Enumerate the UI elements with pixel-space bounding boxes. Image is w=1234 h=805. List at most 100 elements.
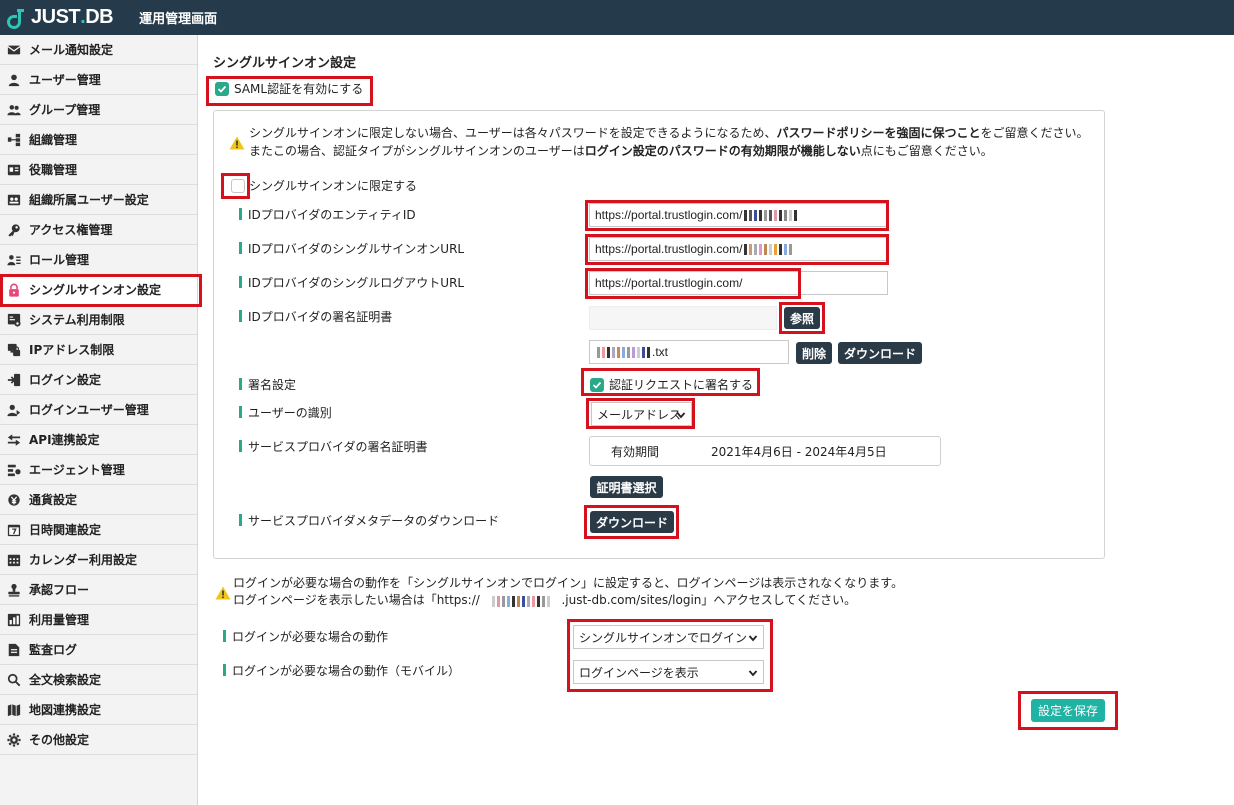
sidebar-item[interactable]: 全文検索設定 <box>0 665 197 695</box>
limit-sso-label: シングルサインオンに限定する <box>249 179 418 193</box>
idp-cert-file-input[interactable] <box>589 306 777 330</box>
sp-cert-box: 有効期間 2021年4月6日 - 2024年4月5日 <box>589 436 941 466</box>
search-icon <box>6 672 22 688</box>
sso-url-label: IDプロバイダのシングルサインオンURL <box>239 240 464 257</box>
saml-checkbox-row[interactable]: SAML認証を有効にする <box>215 80 363 97</box>
user-id-label: ユーザーの識別 <box>239 404 332 421</box>
sign-request-checkbox[interactable] <box>590 377 604 392</box>
browse-button[interactable]: 参照 <box>784 307 820 329</box>
login-action-select[interactable]: シングルサインオンでログイン <box>573 625 764 649</box>
warning-icon <box>215 586 231 600</box>
login-action-mobile-label: ログインが必要な場合の動作（モバイル） <box>223 662 460 679</box>
logo[interactable]: JUST. DB <box>4 6 114 30</box>
sidebar-item[interactable]: 組織所属ユーザー設定 <box>0 185 197 215</box>
sidebar-item-label: ロール管理 <box>29 253 90 267</box>
notice-text: シングルサインオンに限定しない場合、ユーザーは各々パスワードを設定できるようにな… <box>249 126 777 140</box>
key-icon <box>6 222 22 238</box>
sidebar-item[interactable]: ロール管理 <box>0 245 197 275</box>
notice-bold: パスワードポリシーを強固に保つこと <box>776 126 981 140</box>
user-id-select[interactable]: メールアドレス <box>591 402 692 426</box>
users-card-icon <box>6 192 22 208</box>
page-title: シングルサインオン設定 <box>213 56 357 71</box>
sidebar-item[interactable]: カレンダー利用設定 <box>0 545 197 575</box>
sidebar-item[interactable]: 利用量管理 <box>0 605 197 635</box>
sidebar-item[interactable]: エージェント管理 <box>0 455 197 485</box>
sidebar-item-label: シングルサインオン設定 <box>29 283 162 297</box>
entity-id-label: IDプロバイダのエンティティID <box>239 206 416 223</box>
limit-sso-row[interactable]: シングルサインオンに限定する <box>231 177 417 194</box>
sidebar-item-label: ログインユーザー管理 <box>29 403 149 417</box>
cert-file-suffix: .txt <box>652 345 669 359</box>
stamp-icon <box>6 582 22 598</box>
calendar-icon <box>6 552 22 568</box>
entity-id-input[interactable]: https://portal.trustlogin.com/ <box>589 203 887 227</box>
sidebar-item-label: カレンダー利用設定 <box>29 553 138 567</box>
sidebar-item[interactable]: アクセス権管理 <box>0 215 197 245</box>
sidebar-item-label: 組織所属ユーザー設定 <box>29 193 149 207</box>
agent-icon <box>6 462 22 478</box>
delete-button[interactable]: 削除 <box>796 342 832 364</box>
sidebar-item[interactable]: IPアドレス制限 <box>0 335 197 365</box>
sso-url-value: https://portal.trustlogin.com/ <box>595 242 743 256</box>
sidebar-item-label: 役職管理 <box>29 163 78 177</box>
sidebar-item-label: メール通知設定 <box>29 43 114 57</box>
check-icon <box>217 85 227 93</box>
sidebar-item[interactable]: グループ管理 <box>0 95 197 125</box>
redacted-mask <box>744 209 799 221</box>
gear-icon <box>6 732 22 748</box>
login-action-label: ログインが必要な場合の動作 <box>223 628 388 645</box>
sidebar-item-label: 監査ログ <box>29 643 78 657</box>
sidebar-item[interactable]: 組織管理 <box>0 125 197 155</box>
id-card-icon <box>6 162 22 178</box>
sidebar-item-label: アクセス権管理 <box>29 223 113 237</box>
saml-checkbox[interactable] <box>215 81 229 96</box>
sidebar-item[interactable]: 承認フロー <box>0 575 197 605</box>
notice-text: ログインページを表示したい場合は「https:// <box>233 593 480 607</box>
select-cert-button[interactable]: 証明書選択 <box>590 476 663 498</box>
sign-request-row[interactable]: 認証リクエストに署名する <box>590 376 753 393</box>
sidebar-item[interactable]: ユーザー管理 <box>0 65 197 95</box>
top-bar: JUST. DB 運用管理画面 <box>0 0 1234 35</box>
calendar-7-icon <box>6 522 22 538</box>
sidebar-item[interactable]: 通貨設定 <box>0 485 197 515</box>
sidebar-item-label: API連携設定 <box>29 433 100 447</box>
slo-url-input[interactable]: https://portal.trustlogin.com/ <box>589 271 888 295</box>
lock-icon <box>6 282 22 298</box>
sign-setting-label: 署名設定 <box>239 376 296 393</box>
main-content: シングルサインオン設定 SAML認証を有効にする シングルサインオンに限定しない… <box>198 35 1234 805</box>
sidebar-item[interactable]: その他設定 <box>0 725 197 755</box>
sidebar-item[interactable]: ログイン設定 <box>0 365 197 395</box>
mail-icon <box>6 42 22 58</box>
sidebar-item[interactable]: 日時関連設定 <box>0 515 197 545</box>
sidebar-item-label: 利用量管理 <box>29 613 90 627</box>
sidebar-item-label: システム利用制限 <box>29 313 125 327</box>
save-settings-button[interactable]: 設定を保存 <box>1031 699 1105 722</box>
notice-bold: ログイン設定のパスワードの有効期限が機能しない <box>584 144 861 158</box>
sso-notice: シングルサインオンに限定しない場合、ユーザーは各々パスワードを設定できるようにな… <box>249 124 1089 160</box>
login-action-mobile-select[interactable]: ログインページを表示 <box>573 660 764 684</box>
sp-metadata-download-button[interactable]: ダウンロード <box>590 511 674 533</box>
sidebar-item[interactable]: シングルサインオン設定 <box>0 274 202 307</box>
user-id-value: メールアドレス <box>597 407 682 422</box>
sidebar-item[interactable]: API連携設定 <box>0 425 197 455</box>
notice-text: .just-db.com/sites/login」へアクセスしてください。 <box>561 593 857 607</box>
download-cert-button[interactable]: ダウンロード <box>838 342 922 364</box>
sidebar-item[interactable]: メール通知設定 <box>0 35 197 65</box>
sidebar-item[interactable]: 地図連携設定 <box>0 695 197 725</box>
sidebar-item[interactable]: 監査ログ <box>0 635 197 665</box>
api-icon <box>6 432 22 448</box>
app-title: 運用管理画面 <box>139 12 218 27</box>
warning-icon <box>229 136 245 150</box>
sidebar-item-label: 全文検索設定 <box>29 673 102 687</box>
sidebar-item-label: その他設定 <box>29 733 90 747</box>
sidebar-item[interactable]: 役職管理 <box>0 155 197 185</box>
sidebar-item-label: グループ管理 <box>29 103 101 117</box>
limit-sso-checkbox[interactable] <box>231 178 245 193</box>
chevron-down-icon <box>676 412 686 419</box>
entity-id-value: https://portal.trustlogin.com/ <box>595 208 743 222</box>
sidebar-item[interactable]: ログインユーザー管理 <box>0 395 197 425</box>
sso-url-input[interactable]: https://portal.trustlogin.com/ <box>589 237 887 261</box>
logo-suffix: DB <box>85 6 114 28</box>
sidebar-item[interactable]: システム利用制限 <box>0 305 197 335</box>
login-action-mobile-value: ログインページを表示 <box>579 665 699 680</box>
